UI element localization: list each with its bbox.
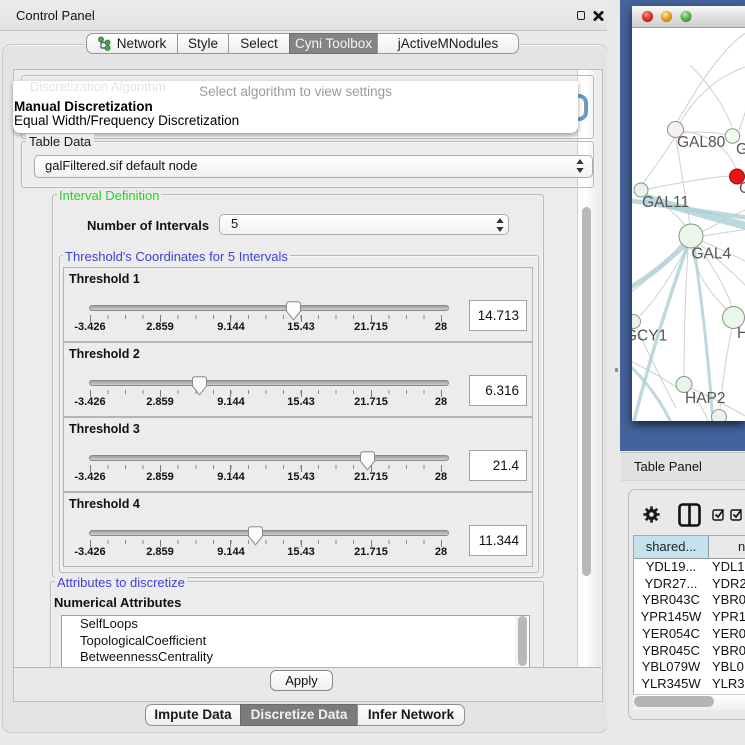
svg-text:GCY1: GCY1	[632, 328, 667, 345]
svg-text:C: C	[739, 180, 745, 197]
svg-text:H: H	[737, 325, 745, 342]
svg-text:GAL4: GAL4	[692, 246, 732, 263]
svg-text:HAP2: HAP2	[685, 390, 726, 407]
svg-text:G.: G.	[736, 141, 745, 158]
svg-text:GAL80: GAL80	[677, 134, 726, 151]
svg-text:GAL11: GAL11	[642, 194, 689, 211]
